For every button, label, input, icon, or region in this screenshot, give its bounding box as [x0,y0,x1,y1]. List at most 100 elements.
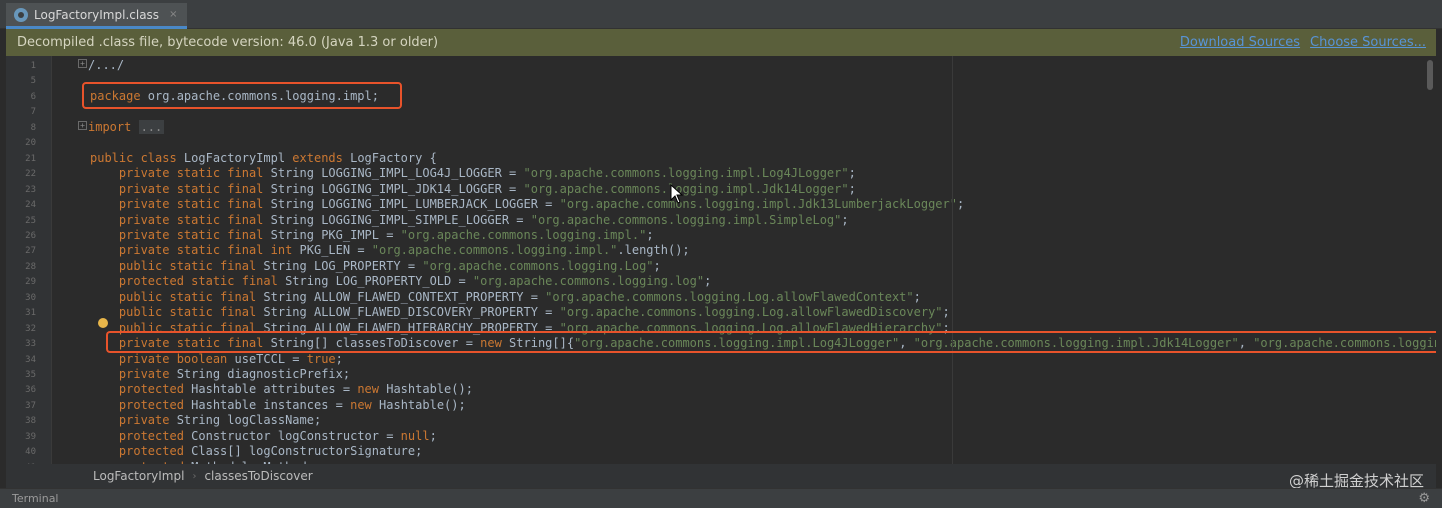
code-line[interactable]: public class LogFactoryImpl extends LogF… [90,151,437,166]
code-token: "org.apache.commons.logging.Log" [422,258,654,273]
line-number: 20 [25,138,36,149]
code-token: Hashtable(); [386,382,473,397]
line-number: 30 [25,292,36,303]
line-number: 26 [25,230,36,241]
line-number: 37 [25,400,36,411]
code-token: private static final [90,227,271,242]
code-line[interactable]: private static final String LOGGING_IMPL… [90,213,849,228]
code-token: Constructor logConstructor = [191,428,401,443]
code-token: String LOG_PROPERTY_OLD = [285,274,473,289]
code-token: Hashtable(); [379,397,466,412]
breadcrumb-item-class[interactable]: LogFactoryImpl [93,469,184,483]
code-line[interactable]: protected static final String LOG_PROPER… [90,274,711,289]
code-line[interactable]: private String diagnosticPrefix; [90,367,350,382]
decompiled-banner: Decompiled .class file, bytecode version… [6,29,1436,56]
download-sources-link[interactable]: Download Sources [1180,35,1300,50]
code-line[interactable]: import ... [88,119,165,135]
mouse-pointer-icon [670,183,684,204]
code-token: ; [848,181,856,196]
code-token: "org.apache.commons.logging.log" [472,274,705,289]
code-line[interactable]: public static final String ALLOW_FLAWED_… [90,290,921,305]
code-token: String LOGGING_IMPL_LUMBERJACK_LOGGER = [270,197,560,212]
line-number: 5 [30,76,36,87]
code-line[interactable]: protected Hashtable instances = new Hash… [90,398,466,413]
code-token: protected [90,444,192,459]
code-line[interactable]: public static final String LOG_PROPERTY … [90,259,661,274]
line-number: 39 [25,431,36,442]
code-token: ; [653,258,661,273]
line-number: 40 [25,447,36,458]
tab-logfactoryimpl-class[interactable]: LogFactoryImpl.class × [6,3,188,29]
code-token: LogFactoryImpl [183,150,293,165]
code-line[interactable]: public static final String ALLOW_FLAWED_… [90,305,950,320]
vertical-scrollbar[interactable] [1427,60,1433,90]
code-token: String LOGGING_IMPL_LOG4J_LOGGER = [270,166,524,181]
line-number: 32 [25,323,36,334]
code-token: null [400,428,430,443]
code-line[interactable]: private static final int PKG_LEN = "org.… [90,243,690,258]
terminal-button[interactable]: Terminal [12,492,59,505]
code-line[interactable]: private static final String PKG_IMPL = "… [90,228,654,243]
line-number: 28 [25,261,36,272]
code-token: LogFactory { [350,150,437,165]
line-number: 29 [25,277,36,288]
code-token: String logClassName; [176,413,322,428]
line-number: 36 [25,385,36,396]
breadcrumb-item-field[interactable]: classesToDiscover [204,469,312,483]
code-token: /.../ [88,58,125,72]
choose-sources-link[interactable]: Choose Sources... [1310,35,1426,50]
code-token: ; [848,166,856,181]
gear-icon[interactable]: ⚙ [1418,491,1430,506]
code-line[interactable]: private boolean useTCCL = true; [90,352,343,367]
line-number: 21 [25,153,36,164]
close-icon[interactable]: × [169,9,177,20]
code-token: .length(); [617,243,690,258]
code-token: protected [90,382,192,397]
code-token: String PKG_IMPL = [270,227,401,242]
code-token: ; [913,289,921,304]
code-token: ; [335,351,343,366]
code-token: private [90,367,177,381]
code-editor[interactable]: 1 5 6 7 8 20 21 22 23 24 25 26 27 28 29 30 31 32 33 34 35 36 3… [6,56,1436,464]
code-token: String LOG_PROPERTY = [263,258,423,273]
code-token: protected static final [90,274,286,289]
code-token: "org.apache.commons.logging.impl." [371,243,618,258]
code-line[interactable]: protected Hashtable attributes = new Has… [90,382,473,397]
code-line[interactable]: private String logClassName; [90,413,321,428]
code-token: new [350,397,380,412]
line-number: 35 [25,370,36,380]
editor-tab-bar: LogFactoryImpl.class × [0,0,1442,29]
code-token: ; [704,274,712,289]
code-token: private static final [90,212,271,227]
code-token: Hashtable instances = [191,397,351,412]
code-token: String ALLOW_FLAWED_DISCOVERY_PROPERTY = [263,305,560,320]
line-number: 7 [30,107,36,118]
line-number: 27 [25,246,36,257]
code-line[interactable]: private static final String LOGGING_IMPL… [90,182,856,197]
code-line[interactable]: protected Class[] logConstructorSignatur… [90,444,422,459]
code-token: private static final [90,181,271,196]
code-token: private boolean [90,351,235,366]
code-token: ; [646,227,654,242]
code-line[interactable]: private static final String LOGGING_IMPL… [90,197,964,212]
code-line[interactable]: protected Constructor logConstructor = n… [90,429,437,444]
code-token: "org.apache.commons.logging.impl.Jdk13Lu… [559,197,957,212]
highlight-package-box [82,82,402,109]
right-margin-guide [952,56,953,464]
code-token: public static final [90,289,264,304]
line-number: 1 [30,61,36,71]
line-number-gutter: 1 5 6 7 8 20 21 22 23 24 25 26 27 28 29 30 31 32 33 34 35 36 3… [6,56,52,464]
code-area[interactable]: /.../package org.apache.commons.logging.… [62,56,1436,464]
tab-title: LogFactoryImpl.class [34,7,160,22]
code-token: String diagnosticPrefix; [176,367,351,381]
line-number: 38 [25,416,36,427]
code-token: ; [841,212,849,227]
line-number: 25 [25,215,36,226]
code-token: private [90,413,177,428]
code-line[interactable]: /.../ [88,58,124,73]
code-token: public class [90,150,184,165]
code-token: private static final [90,197,271,212]
code-token: useTCCL = [234,351,307,366]
code-token: new [357,382,387,397]
code-line[interactable]: private static final String LOGGING_IMPL… [90,166,856,181]
